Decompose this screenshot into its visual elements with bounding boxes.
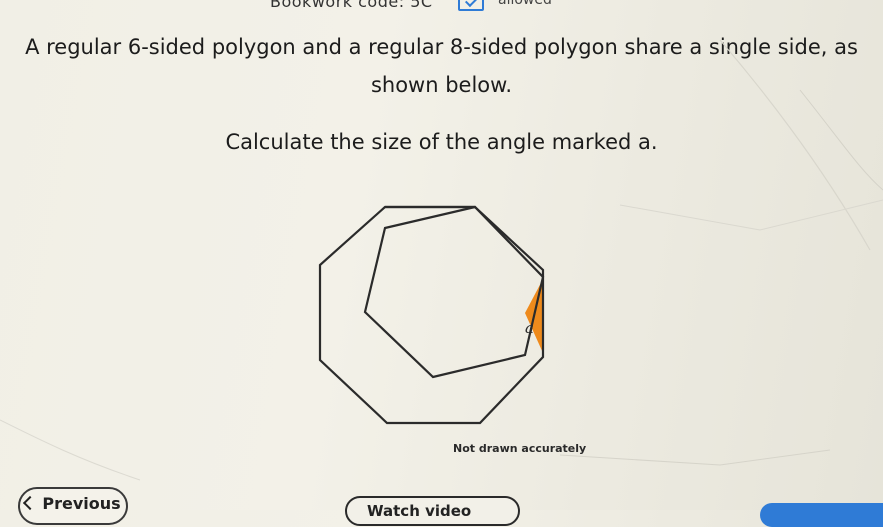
figure-caption: Not drawn accurately [453,442,587,455]
angle-a-label: a [525,319,534,337]
chevron-left-icon [23,495,38,511]
question-instruction: Calculate the size of the angle marked a… [0,123,883,161]
watch-video-button[interactable]: Watch video [345,496,520,526]
polygon-diagram: a [318,205,545,425]
question-text-line-1: A regular 6-sided polygon and a regular … [25,35,858,59]
top-bar: Bookwork code: 5C allowed [0,0,883,12]
calculator-allowed-icon [458,0,484,11]
instruction-text: Calculate the size of the angle marked a… [225,130,658,154]
hexagon-shape [363,205,545,379]
previous-label: Previous [42,494,121,513]
octagon-shape [318,205,545,425]
previous-button[interactable]: Previous [18,487,128,525]
watch-video-label: Watch video [367,502,472,520]
bookwork-code: Bookwork code: 5C [270,0,433,11]
calculator-status: allowed [498,0,552,8]
question-text-line-2: shown below. [370,73,513,97]
answer-button[interactable] [760,503,883,527]
